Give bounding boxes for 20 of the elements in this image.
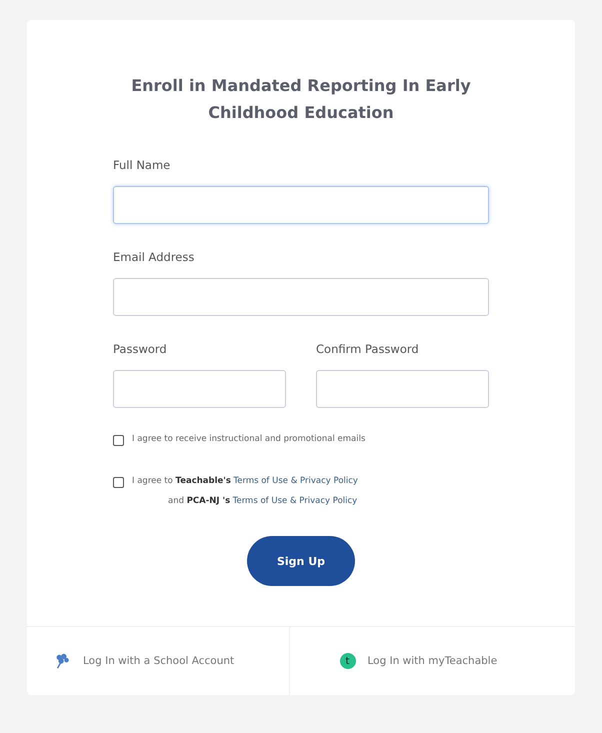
consent-text: I agree to receive instructional and promotional emails bbox=[132, 434, 366, 444]
consent-text: I agree to Teachable's Terms of Use & Privacy Policy bbox=[132, 476, 358, 486]
checkbox[interactable] bbox=[113, 477, 124, 488]
field-label: Password bbox=[113, 342, 168, 356]
input-field[interactable] bbox=[316, 370, 489, 408]
terms-link[interactable]: Terms of Use & Privacy Policy bbox=[234, 476, 358, 486]
input-field[interactable] bbox=[113, 186, 489, 224]
field-label: Confirm Password bbox=[316, 342, 420, 356]
teachable-icon: t bbox=[340, 653, 356, 669]
sign-up-button[interactable]: Sign Up bbox=[247, 536, 355, 586]
terms-link[interactable]: Terms of Use & Privacy Policy bbox=[232, 496, 358, 506]
input-field[interactable] bbox=[113, 278, 489, 316]
consent-text: and PCA-NJ 's Terms of Use & Privacy Policy bbox=[167, 496, 358, 506]
login-link[interactable]: t Log In with myTeachable bbox=[288, 627, 575, 695]
form-title: Enroll in Mandated Reporting In Early Childhood Education bbox=[130, 75, 472, 124]
input-field[interactable] bbox=[113, 370, 286, 408]
checkbox[interactable] bbox=[113, 435, 124, 446]
login-link[interactable]: Log In with a School Account bbox=[27, 627, 288, 695]
field-label: Email Address bbox=[113, 250, 196, 264]
field-label: Full Name bbox=[113, 158, 172, 172]
